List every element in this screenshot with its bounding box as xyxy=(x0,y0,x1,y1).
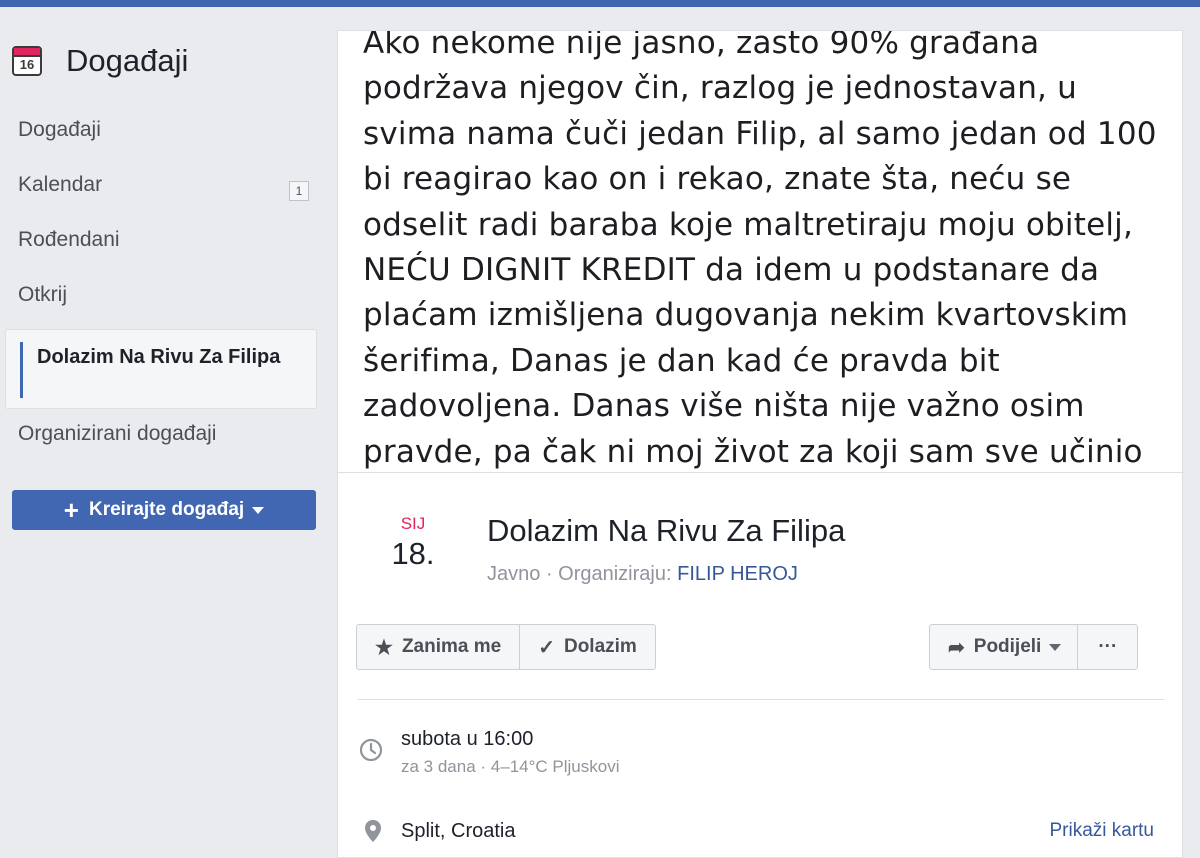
star-icon: ★ xyxy=(375,636,393,659)
event-title: Dolazim Na Rivu Za Filipa xyxy=(487,513,846,548)
sidebar-item-birthdays[interactable]: Rođendani xyxy=(18,228,120,252)
calendar-count-badge: 1 xyxy=(289,181,309,201)
event-time-detail: za 3 dana · 4–14°C Pljuskovi xyxy=(401,757,620,776)
event-location[interactable]: Split, Croatia xyxy=(401,820,516,843)
event-meta: Javno · Organiziraju: FILIP HEROJ xyxy=(487,563,798,585)
sidebar-header: 16 Događaji xyxy=(12,43,188,79)
event-month: SIJ xyxy=(400,514,426,533)
active-indicator xyxy=(20,342,23,398)
going-button[interactable]: ✓ Dolazim xyxy=(519,625,655,669)
sidebar-item-discover[interactable]: Otkrij xyxy=(18,283,67,307)
more-icon: ··· xyxy=(1098,636,1118,657)
calendar-icon: 16 xyxy=(12,46,42,76)
organizer-link[interactable]: FILIP HEROJ xyxy=(677,563,798,585)
create-event-button[interactable]: + Kreirajte događaj xyxy=(12,490,316,530)
share-button[interactable]: ➦ Podijeli xyxy=(930,625,1077,669)
event-card: Ako nekome nije jasno, zasto 90% građana… xyxy=(337,30,1184,858)
event-day: 18. xyxy=(391,536,435,571)
sidebar-item-organized-events[interactable]: Organizirani događaji xyxy=(18,422,216,446)
event-time[interactable]: subota u 16:00 xyxy=(401,728,533,751)
create-event-label: Kreirajte događaj xyxy=(88,499,245,520)
cover-text: Ako nekome nije jasno, zasto 90% građana… xyxy=(363,31,1157,470)
divider xyxy=(358,699,1164,700)
events-sidebar: 16 Događaji Događaji Kalendar 1 Rođendan… xyxy=(0,7,330,858)
plus-icon: + xyxy=(63,495,79,525)
event-cover-image: Ako nekome nije jasno, zasto 90% građana… xyxy=(338,31,1184,473)
chevron-down-icon xyxy=(252,506,265,514)
checkmark-icon: ✓ xyxy=(538,636,555,659)
sidebar-title[interactable]: Događaji xyxy=(66,43,188,79)
organized-by-label: Organiziraju: xyxy=(558,563,672,585)
share-button-group: ➦ Podijeli ··· xyxy=(929,624,1139,670)
event-privacy: Javno xyxy=(487,563,541,585)
interested-button[interactable]: ★ Zanima me xyxy=(357,625,519,669)
clock-icon xyxy=(359,738,383,762)
rsvp-button-group: ★ Zanima me ✓ Dolazim xyxy=(356,624,656,670)
show-map-link[interactable]: Prikaži kartu xyxy=(1049,820,1154,842)
top-navigation-bar xyxy=(0,0,1200,7)
event-date: SIJ 18. xyxy=(378,514,448,572)
sidebar-item-current-event[interactable]: Dolazim Na Rivu Za Filipa xyxy=(5,329,317,409)
sidebar-item-events[interactable]: Događaji xyxy=(18,118,101,142)
sidebar-item-calendar[interactable]: Kalendar xyxy=(18,173,102,197)
location-pin-icon xyxy=(365,820,381,842)
sidebar-item-label: Dolazim Na Rivu Za Filipa xyxy=(37,346,281,368)
share-arrow-icon: ➦ xyxy=(948,636,965,659)
chevron-down-icon xyxy=(1049,643,1062,651)
more-options-button[interactable]: ··· xyxy=(1077,625,1137,669)
